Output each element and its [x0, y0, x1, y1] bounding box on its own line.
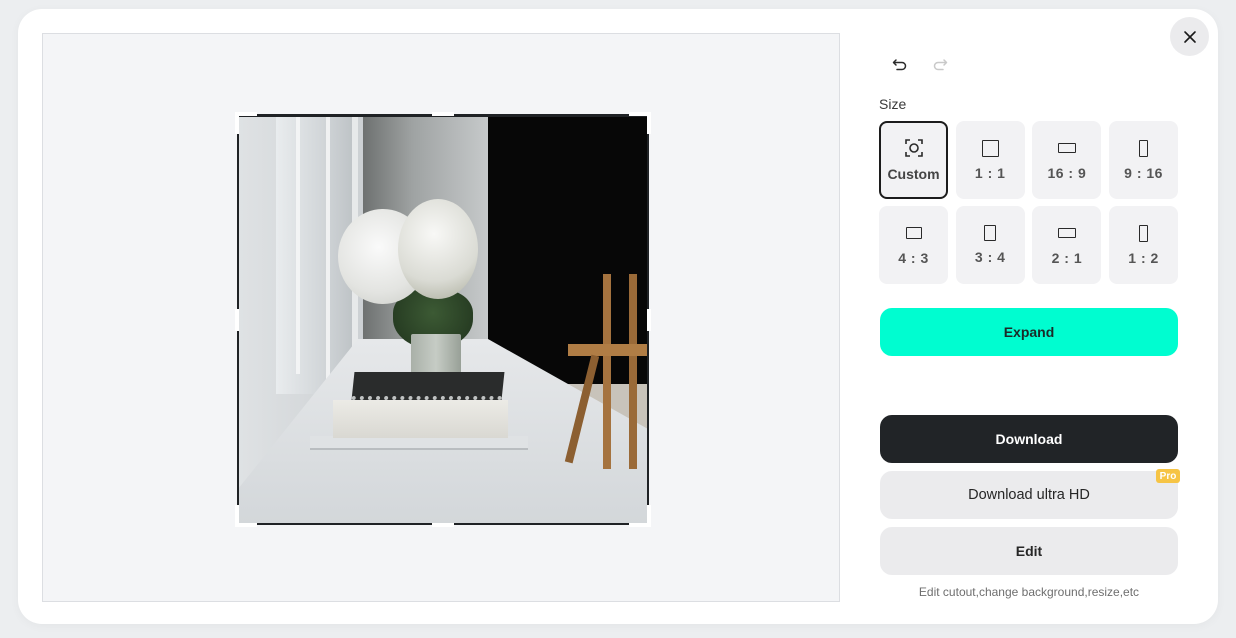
- crop-handle-top-left[interactable]: [235, 112, 239, 134]
- photo-notebook: [351, 372, 505, 400]
- size-option-label: 4 : 3: [898, 249, 929, 266]
- size-options: Custom 1 : 1 16 : 9 9 : 16 4 : 3 3 : 4 2…: [879, 121, 1179, 284]
- photo-book: [310, 436, 528, 450]
- redo-button[interactable]: [928, 54, 952, 76]
- portrait-tall-icon: [1139, 139, 1149, 157]
- undo-icon: [892, 59, 907, 71]
- edit-button[interactable]: Edit: [880, 527, 1178, 575]
- redo-icon: [933, 59, 948, 71]
- size-option-label: 1 : 1: [974, 164, 1006, 181]
- crop-handle-bottom[interactable]: [432, 523, 454, 527]
- size-option-16-9[interactable]: 16 : 9: [1032, 121, 1102, 199]
- crop-handle-left[interactable]: [235, 309, 239, 331]
- photo-book: [333, 400, 508, 438]
- size-option-label: 3 : 4: [974, 249, 1006, 265]
- size-option-label: 16 : 9: [1047, 164, 1087, 181]
- size-option-label: 9 : 16: [1124, 164, 1163, 181]
- crop-handle-right[interactable]: [647, 309, 651, 331]
- download-button[interactable]: Download: [880, 415, 1178, 463]
- expand-button[interactable]: Expand: [880, 308, 1178, 356]
- size-option-2-1[interactable]: 2 : 1: [1032, 206, 1102, 284]
- square-icon: [981, 139, 999, 157]
- landscape-icon: [905, 226, 922, 239]
- image-canvas: [42, 33, 840, 602]
- size-option-4-3[interactable]: 4 : 3: [879, 206, 948, 284]
- edit-hint-text: Edit cutout,change background,resize,etc: [918, 585, 1140, 599]
- custom-crop-icon: [904, 139, 923, 157]
- portrait-tall-icon: [1139, 224, 1149, 242]
- undo-button[interactable]: [888, 54, 912, 76]
- size-option-label: 1 : 2: [1128, 249, 1159, 266]
- landscape-wide-icon: [1057, 227, 1076, 238]
- size-option-label: Custom: [887, 166, 940, 182]
- crop-handle-bottom-right[interactable]: [647, 505, 651, 527]
- photo-chair-seat: [568, 344, 648, 356]
- size-option-9-16[interactable]: 9 : 16: [1109, 121, 1179, 199]
- size-option-3-4[interactable]: 3 : 4: [955, 206, 1025, 284]
- size-option-label: 2 : 1: [1051, 249, 1083, 266]
- close-icon: [1183, 30, 1196, 43]
- close-button[interactable]: [1170, 17, 1209, 56]
- size-option-custom[interactable]: Custom: [879, 121, 948, 199]
- size-option-1-2[interactable]: 1 : 2: [1109, 206, 1179, 284]
- download-ultra-hd-button[interactable]: Download ultra HD: [880, 471, 1178, 519]
- portrait-icon: [984, 225, 997, 241]
- size-option-1-1[interactable]: 1 : 1: [955, 121, 1025, 199]
- photo-chair-back: [593, 274, 648, 469]
- crop-handle-top-right[interactable]: [647, 112, 651, 134]
- expand-image-modal: Size Custom 1 : 1 16 : 9 9 : 16 4 : 3 3 …: [18, 9, 1218, 624]
- crop-handle-top[interactable]: [432, 112, 454, 116]
- size-heading: Size: [879, 96, 907, 112]
- photo-window-bar: [326, 114, 330, 384]
- landscape-wide-icon: [1057, 142, 1076, 153]
- crop-handle-bottom-left[interactable]: [235, 505, 239, 527]
- photo-hydrangea: [398, 199, 478, 299]
- photo-window-bar: [296, 114, 300, 374]
- image-preview[interactable]: [238, 114, 648, 524]
- pro-badge: Pro: [1156, 469, 1180, 483]
- photo-vase: [411, 334, 461, 374]
